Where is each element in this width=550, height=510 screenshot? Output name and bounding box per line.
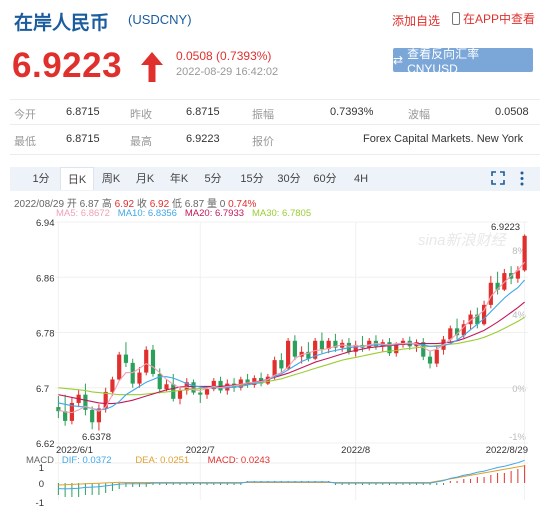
- candle-body: [110, 379, 115, 392]
- macd-tick-label: 0: [39, 479, 44, 490]
- candle-body: [204, 389, 210, 395]
- candle-body: [123, 354, 129, 363]
- ma5-line: [58, 261, 526, 414]
- macd-tick-label: -1: [36, 498, 44, 509]
- y-tick-label: 6.94: [36, 218, 55, 229]
- min-price-label: 6.6378: [82, 432, 111, 443]
- y-tick-label: 6.78: [36, 329, 55, 340]
- candle-body: [117, 354, 122, 380]
- kline-chart[interactable]: 6.946.866.786.76.628%4%0%-1%2022/6/1 2022…: [0, 0, 550, 510]
- sina-watermark: sina新浪财经: [418, 232, 508, 249]
- candle-body: [434, 349, 439, 364]
- candle-body: [522, 235, 527, 271]
- candle-body: [103, 391, 108, 409]
- y-tick-label: 6.7: [36, 384, 49, 395]
- candle-body: [137, 372, 142, 384]
- candle-body: [292, 340, 297, 357]
- macd-dea: DEA: 0.0251: [135, 455, 190, 466]
- pct-tick-label: -1%: [509, 432, 526, 443]
- macd-title: MACD: [26, 455, 54, 466]
- candle-body: [279, 360, 284, 369]
- candle-body: [394, 344, 399, 354]
- y-tick-label: 6.62: [36, 439, 55, 450]
- candle-body: [130, 362, 135, 384]
- candle-body: [150, 349, 156, 374]
- candle-body: [164, 384, 169, 390]
- x-tick-label: 2022/8: [341, 445, 370, 456]
- candle-body: [63, 411, 68, 421]
- macd-dif: DIF: 0.0372: [61, 455, 112, 466]
- candle-body: [177, 390, 183, 399]
- y-tick-label: 6.86: [36, 273, 55, 284]
- ma20-line: [58, 301, 525, 405]
- macd-value: MACD: 0.0243: [207, 455, 270, 466]
- ma30-line: [58, 316, 525, 396]
- candle-body: [488, 282, 493, 305]
- candle-body: [427, 356, 433, 364]
- candle-body: [191, 382, 196, 393]
- x-tick-label: 2022/8/29: [486, 445, 528, 456]
- candle-body: [90, 409, 95, 423]
- macd-legend: MACD DIF: 0.0372 DEA: 0.0251 MACD: 0.024…: [26, 455, 270, 466]
- candle-body: [198, 392, 203, 395]
- ma10-line: [58, 279, 526, 411]
- candle-body: [218, 380, 223, 391]
- candle-body: [144, 349, 149, 373]
- max-price-label: 6.9223: [491, 222, 520, 233]
- candle-body: [286, 340, 291, 369]
- candle-body: [319, 340, 325, 350]
